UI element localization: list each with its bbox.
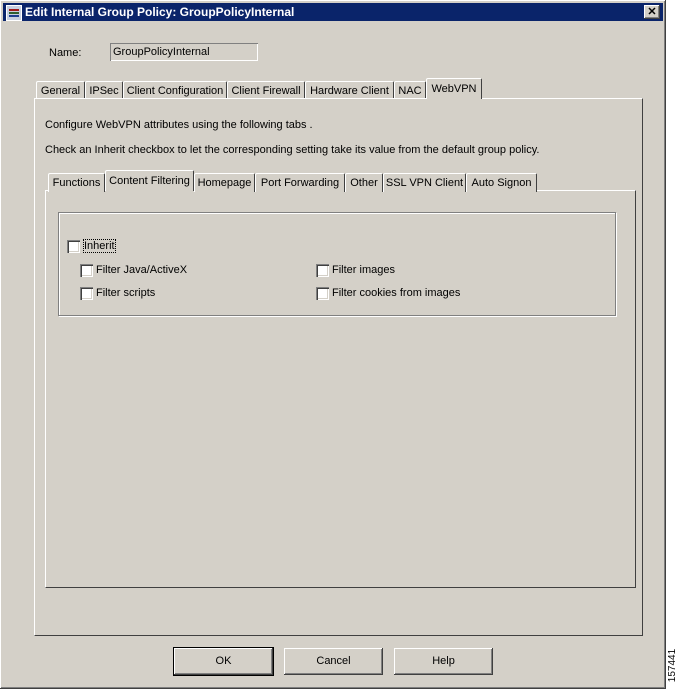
subtab-content-filtering[interactable]: Content Filtering bbox=[105, 170, 194, 191]
filter-java-label: Filter Java/ActiveX bbox=[96, 264, 188, 276]
subtab-functions[interactable]: Functions bbox=[48, 173, 105, 192]
inherit-note: Check an Inherit checkbox to let the cor… bbox=[45, 144, 540, 156]
inherit-label: Inherit bbox=[83, 239, 116, 253]
app-icon bbox=[6, 5, 22, 21]
tab-webvpn[interactable]: WebVPN bbox=[426, 78, 482, 99]
figure-number: 157441 bbox=[666, 648, 679, 683]
inherit-checkbox[interactable] bbox=[67, 240, 80, 253]
cancel-button[interactable]: Cancel bbox=[284, 648, 383, 675]
name-field[interactable]: GroupPolicyInternal bbox=[110, 43, 258, 61]
filter-cookies-label: Filter cookies from images bbox=[332, 287, 461, 299]
filter-cookies-checkbox[interactable] bbox=[316, 287, 329, 300]
close-button[interactable]: ✕ bbox=[644, 5, 660, 19]
subtab-other[interactable]: Other bbox=[345, 173, 383, 192]
filter-images-label: Filter images bbox=[332, 264, 395, 276]
name-label: Name: bbox=[49, 47, 82, 59]
subtab-homepage[interactable]: Homepage bbox=[194, 173, 255, 192]
subtab-ssl-vpn-client[interactable]: SSL VPN Client bbox=[383, 173, 466, 192]
title-bar[interactable]: Edit Internal Group Policy: GroupPolicyI… bbox=[3, 3, 663, 21]
filter-java-checkbox[interactable] bbox=[80, 264, 93, 277]
subtab-auto-signon[interactable]: Auto Signon bbox=[466, 173, 537, 192]
subtab-port-forwarding[interactable]: Port Forwarding bbox=[255, 173, 345, 192]
help-button[interactable]: Help bbox=[394, 648, 493, 675]
figure-number-text: 157441 bbox=[667, 648, 679, 683]
filter-scripts-checkbox[interactable] bbox=[80, 287, 93, 300]
dialog-window: Edit Internal Group Policy: GroupPolicyI… bbox=[0, 0, 666, 689]
filter-images-checkbox[interactable] bbox=[316, 264, 329, 277]
ok-button[interactable]: OK bbox=[173, 647, 274, 676]
window-title: Edit Internal Group Policy: GroupPolicyI… bbox=[25, 5, 295, 19]
intro-text: Configure WebVPN attributes using the fo… bbox=[45, 119, 313, 131]
filter-scripts-label: Filter scripts bbox=[96, 287, 156, 299]
